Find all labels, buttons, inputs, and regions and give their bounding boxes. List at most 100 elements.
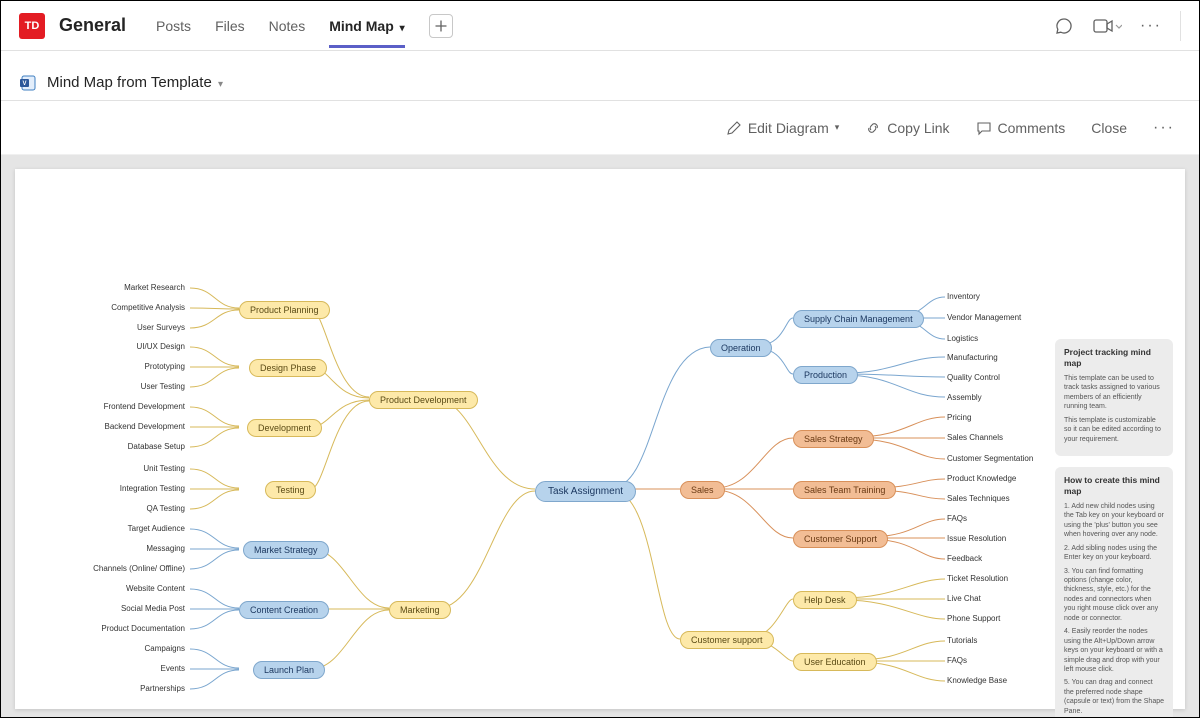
leaf[interactable]: QA Testing xyxy=(146,504,185,513)
doc-title[interactable]: Mind Map from Template ▾ xyxy=(47,74,223,91)
tab-files[interactable]: Files xyxy=(215,4,245,48)
leaf[interactable]: Sales Techniques xyxy=(947,494,1010,503)
leaf[interactable]: Target Audience xyxy=(128,524,185,533)
leaf[interactable]: Ticket Resolution xyxy=(947,574,1008,583)
chat-icon[interactable] xyxy=(1054,16,1074,36)
diagram-canvas[interactable]: Task Assignment Product Development Mark… xyxy=(15,169,1185,709)
canvas-wrap: Task Assignment Product Development Mark… xyxy=(1,155,1199,717)
node-marketing[interactable]: Marketing xyxy=(389,601,451,619)
node-operation[interactable]: Operation xyxy=(710,339,772,357)
info-card-title: Project tracking mind map xyxy=(1064,347,1164,370)
leaf[interactable]: Logistics xyxy=(947,334,978,343)
node-sales[interactable]: Sales xyxy=(680,481,725,499)
howto-step: 2. Add sibling nodes using the Enter key… xyxy=(1064,544,1164,563)
topbar-right: ··· xyxy=(1054,11,1181,41)
node-market-strategy[interactable]: Market Strategy xyxy=(243,541,329,559)
node-help-desk[interactable]: Help Desk xyxy=(793,591,857,609)
edit-diagram-button[interactable]: Edit Diagram ▾ xyxy=(726,120,839,136)
info-card-text: This template can be used to track tasks… xyxy=(1064,374,1164,412)
chevron-down-icon: ▾ xyxy=(835,122,840,133)
node-content-creation[interactable]: Content Creation xyxy=(239,601,329,619)
howto-step: 5. You can drag and connect the preferre… xyxy=(1064,678,1164,716)
leaf[interactable]: Backend Development xyxy=(105,422,186,431)
leaf[interactable]: Database Setup xyxy=(128,442,185,451)
node-customer-support[interactable]: Customer support xyxy=(680,631,774,649)
tab-mindmap[interactable]: Mind Map ▾ xyxy=(329,4,404,48)
leaf[interactable]: FAQs xyxy=(947,514,967,523)
leaf[interactable]: UI/UX Design xyxy=(137,342,185,351)
chevron-down-icon: ▾ xyxy=(218,79,223,90)
more-icon[interactable]: ··· xyxy=(1140,17,1162,35)
leaf[interactable]: Campaigns xyxy=(145,644,185,653)
topbar-left: TD General Posts Files Notes Mind Map ▾ xyxy=(19,4,453,48)
leaf[interactable]: Unit Testing xyxy=(143,464,185,473)
copy-link-button[interactable]: Copy Link xyxy=(865,120,949,136)
node-testing[interactable]: Testing xyxy=(265,481,316,499)
leaf[interactable]: Inventory xyxy=(947,292,980,301)
leaf[interactable]: Events xyxy=(161,664,185,673)
leaf[interactable]: Prototyping xyxy=(145,362,185,371)
action-bar: Edit Diagram ▾ Copy Link Comments Close … xyxy=(1,101,1199,155)
node-scm[interactable]: Supply Chain Management xyxy=(793,310,924,328)
node-sales-training[interactable]: Sales Team Training xyxy=(793,481,896,499)
leaf[interactable]: Frontend Development xyxy=(104,402,185,411)
leaf[interactable]: Vendor Management xyxy=(947,313,1021,322)
subheader: V Mind Map from Template ▾ xyxy=(1,51,1199,101)
info-card-text: This template is customizable so it can … xyxy=(1064,416,1164,444)
leaf[interactable]: Product Knowledge xyxy=(947,474,1016,483)
leaf[interactable]: User Surveys xyxy=(137,323,185,332)
node-design-phase[interactable]: Design Phase xyxy=(249,359,327,377)
leaf[interactable]: Pricing xyxy=(947,413,971,422)
more-icon[interactable]: ··· xyxy=(1153,119,1175,137)
tab-notes[interactable]: Notes xyxy=(269,4,306,48)
pencil-icon xyxy=(726,120,742,136)
leaf[interactable]: Phone Support xyxy=(947,614,1000,623)
leaf[interactable]: FAQs xyxy=(947,656,967,665)
leaf[interactable]: Sales Channels xyxy=(947,433,1003,442)
leaf[interactable]: Competitive Analysis xyxy=(111,303,185,312)
leaf[interactable]: Live Chat xyxy=(947,594,981,603)
meet-icon[interactable] xyxy=(1092,16,1122,36)
link-icon xyxy=(865,120,881,136)
leaf[interactable]: Messaging xyxy=(146,544,185,553)
node-product-development[interactable]: Product Development xyxy=(369,391,478,409)
node-customer-support-sales[interactable]: Customer Support xyxy=(793,530,888,548)
leaf[interactable]: Issue Resolution xyxy=(947,534,1006,543)
edit-label: Edit Diagram xyxy=(748,120,829,136)
leaf[interactable]: Customer Segmentation xyxy=(947,454,1033,463)
close-button[interactable]: Close xyxy=(1091,120,1127,136)
leaf[interactable]: Website Content xyxy=(126,584,185,593)
chevron-down-icon: ▾ xyxy=(400,23,405,34)
leaf[interactable]: Integration Testing xyxy=(120,484,185,493)
leaf[interactable]: Channels (Online/ Offline) xyxy=(93,564,185,573)
node-production[interactable]: Production xyxy=(793,366,858,384)
connectors xyxy=(15,169,1187,709)
team-avatar[interactable]: TD xyxy=(19,13,45,39)
leaf[interactable]: Product Documentation xyxy=(101,624,185,633)
node-launch-plan[interactable]: Launch Plan xyxy=(253,661,325,679)
node-development[interactable]: Development xyxy=(247,419,322,437)
tabs: Posts Files Notes Mind Map ▾ xyxy=(156,4,453,48)
leaf[interactable]: Assembly xyxy=(947,393,982,402)
comment-icon xyxy=(976,120,992,136)
node-product-planning[interactable]: Product Planning xyxy=(239,301,330,319)
leaf[interactable]: Market Research xyxy=(124,283,185,292)
node-root[interactable]: Task Assignment xyxy=(535,481,636,502)
channel-name: General xyxy=(59,15,126,36)
leaf[interactable]: Feedback xyxy=(947,554,982,563)
leaf[interactable]: Manufacturing xyxy=(947,353,998,362)
howto-step: 3. You can find formatting options (chan… xyxy=(1064,567,1164,624)
node-user-education[interactable]: User Education xyxy=(793,653,877,671)
leaf[interactable]: Social Media Post xyxy=(121,604,185,613)
tab-posts[interactable]: Posts xyxy=(156,4,191,48)
leaf[interactable]: User Testing xyxy=(141,382,185,391)
info-card-title: How to create this mind map xyxy=(1064,475,1164,498)
comments-button[interactable]: Comments xyxy=(976,120,1066,136)
add-tab-button[interactable] xyxy=(429,14,453,38)
leaf[interactable]: Quality Control xyxy=(947,373,1000,382)
leaf[interactable]: Tutorials xyxy=(947,636,977,645)
divider xyxy=(1180,11,1181,41)
node-sales-strategy[interactable]: Sales Strategy xyxy=(793,430,874,448)
leaf[interactable]: Knowledge Base xyxy=(947,676,1007,685)
leaf[interactable]: Partnerships xyxy=(140,684,185,693)
